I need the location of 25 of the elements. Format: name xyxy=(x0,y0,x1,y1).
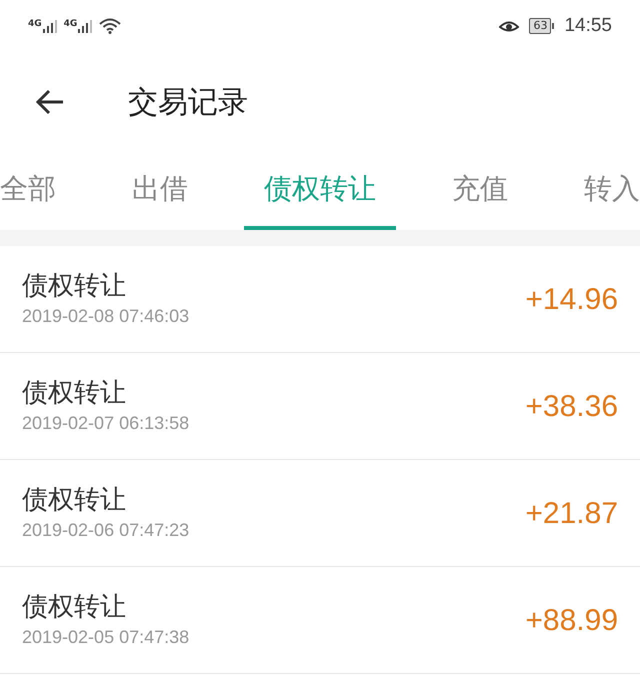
record-title: 债权转让 xyxy=(22,270,127,302)
record-time: 2019-02-08 07:46:03 xyxy=(22,304,190,328)
battery-icon: 63 xyxy=(529,18,552,34)
network-type-label: 4G xyxy=(28,18,42,31)
record-amount: +38.36 xyxy=(525,388,618,424)
record-amount: +14.96 xyxy=(525,282,618,318)
record-amount: +21.87 xyxy=(525,496,618,532)
signal-icon xyxy=(77,18,94,34)
record-time: 2019-02-05 07:47:38 xyxy=(22,626,190,648)
record-time: 2019-02-06 07:47:23 xyxy=(22,518,190,542)
clock-time: 14:55 xyxy=(564,14,612,38)
record-time: 2019-02-07 06:13:58 xyxy=(22,412,190,434)
record-title: 债权转让 xyxy=(22,590,127,624)
record-title: 债权转让 xyxy=(22,484,127,516)
tab[interactable]: 全部 xyxy=(0,152,76,230)
record-amount: +88.99 xyxy=(525,602,618,638)
page-title: 交易记录 xyxy=(128,84,248,122)
tab[interactable]: 充值 xyxy=(432,152,528,230)
signal-icon xyxy=(42,18,58,34)
tab[interactable]: 出借 xyxy=(112,152,208,230)
wifi-icon xyxy=(99,18,122,34)
record-title: 债权转让 xyxy=(22,376,127,410)
back-arrow-icon xyxy=(35,89,65,115)
network-type-label: 4G xyxy=(64,18,78,31)
tab[interactable]: 转入 xyxy=(564,152,640,230)
